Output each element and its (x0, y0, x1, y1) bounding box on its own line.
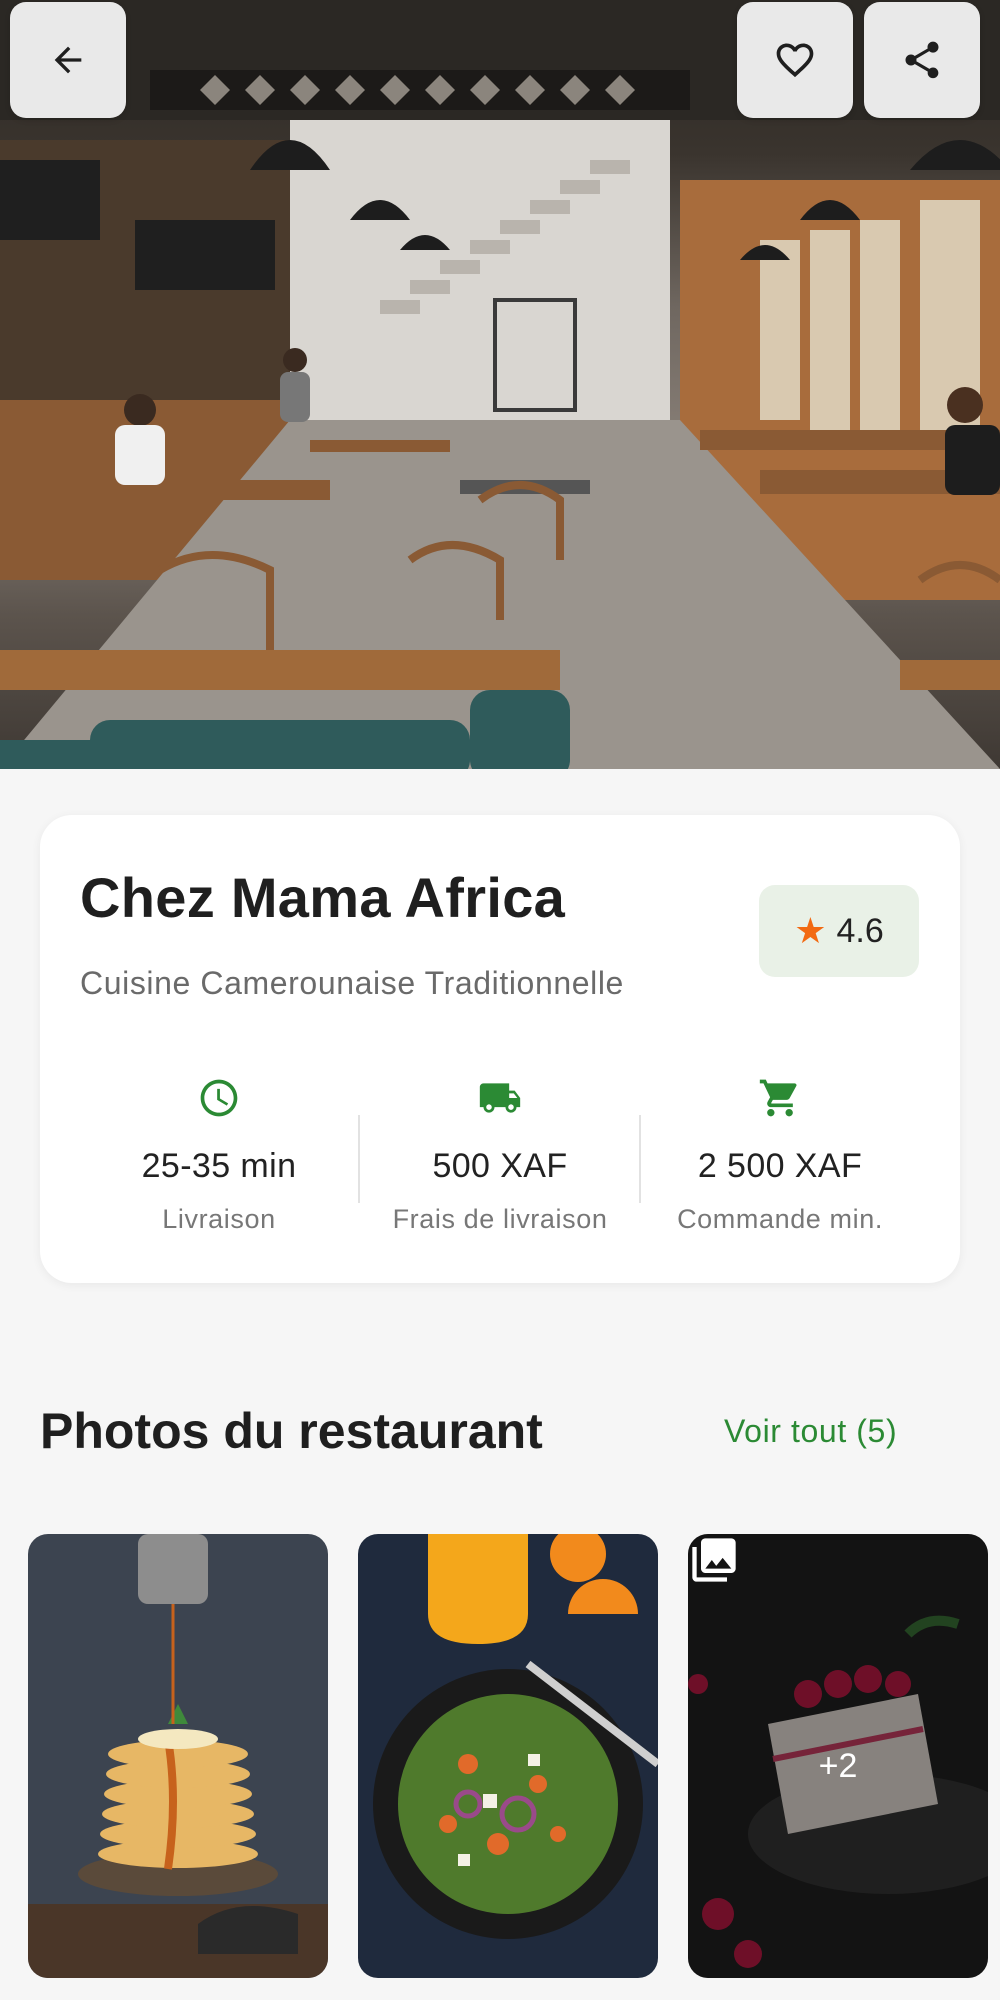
rating-badge: ★ 4.6 (759, 885, 919, 977)
photo-cake[interactable]: +2 (688, 1534, 988, 1978)
delivery-truck-icon (479, 1083, 521, 1113)
stat-delivery-fee: 500 XAF Frais de livraison (360, 1075, 640, 1235)
stat-minimum-order: 2 500 XAF Commande min. (640, 1075, 920, 1235)
arrow-back-icon (54, 46, 82, 74)
stat-label: Commande min. (677, 1204, 883, 1234)
stat-delivery-time: 25-35 min Livraison (79, 1075, 359, 1235)
share-button[interactable] (864, 2, 980, 118)
stat-label: Frais de livraison (392, 1204, 608, 1234)
restaurant-info-card: Chez Mama Africa Cuisine Camerounaise Tr… (40, 815, 960, 1283)
back-button[interactable] (10, 2, 126, 118)
clock-icon (200, 1079, 238, 1117)
rating-value: 4.6 (836, 911, 884, 950)
more-photos-overlay[interactable]: +2 (688, 1534, 988, 1978)
photo-pancakes[interactable] (28, 1534, 328, 1978)
stat-value: 2 500 XAF (697, 1147, 863, 1185)
share-icon (905, 41, 939, 79)
photos-section-title: Photos du restaurant (40, 1403, 543, 1459)
heart-outline-icon (776, 43, 814, 78)
star-icon: ★ (794, 910, 827, 951)
more-photos-count: +2 (818, 1746, 858, 1785)
restaurant-interior-illustration (0, 0, 1000, 769)
photo-library-icon (692, 1538, 736, 1582)
shopping-cart-icon (759, 1079, 797, 1117)
stat-value: 500 XAF (432, 1147, 568, 1185)
delivery-stats: 25-35 min Livraison 500 XAF Frais de liv… (40, 1075, 960, 1235)
pancakes-photo (28, 1534, 328, 1978)
stat-label: Livraison (162, 1204, 276, 1234)
salad-photo (358, 1534, 658, 1978)
favorite-button[interactable] (737, 2, 853, 118)
see-all-photos-link[interactable]: Voir tout (5) (724, 1413, 897, 1450)
cuisine-type: Cuisine Camerounaise Traditionnelle (80, 965, 624, 1001)
photo-salad[interactable] (358, 1534, 658, 1978)
restaurant-hero-image (0, 0, 1000, 769)
restaurant-name: Chez Mama Africa (80, 866, 566, 929)
stat-value: 25-35 min (141, 1147, 297, 1185)
